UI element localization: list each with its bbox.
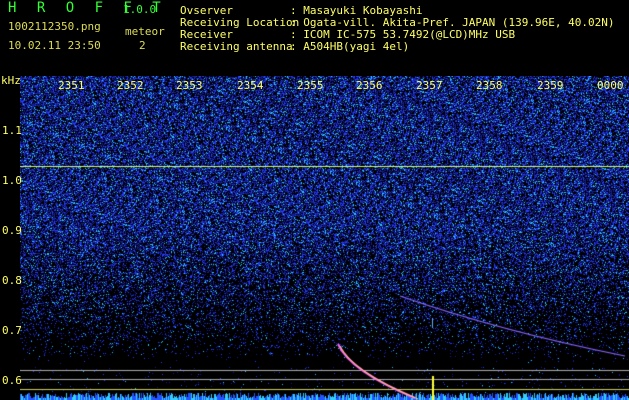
meteor-label: meteor xyxy=(125,25,165,38)
y-axis-unit: kHz xyxy=(1,74,21,87)
x-tick: 2355 xyxy=(297,79,324,92)
field-value-antenna: : A504HB(yagi 4el) xyxy=(290,40,410,53)
x-tick: 2353 xyxy=(176,79,203,92)
x-tick: 2351 xyxy=(58,79,85,92)
y-tick: 0.8 xyxy=(2,274,22,287)
app-version: 1.0.0 xyxy=(123,3,157,16)
x-tick: 0000 xyxy=(597,79,624,92)
y-tick: 1.0 xyxy=(2,174,22,187)
y-tick: 0.6 xyxy=(2,374,22,387)
x-tick: 2359 xyxy=(537,79,564,92)
x-tick: 2354 xyxy=(237,79,264,92)
filename: 1002112350.png xyxy=(8,20,101,33)
y-tick: 0.7 xyxy=(2,324,22,337)
x-tick: 2356 xyxy=(356,79,383,92)
datetime: 10.02.11 23:50 xyxy=(8,39,101,52)
x-tick: 2358 xyxy=(476,79,503,92)
spectrogram-canvas xyxy=(20,76,629,400)
y-tick: 0.9 xyxy=(2,224,22,237)
field-label-antenna: Receiving antenna xyxy=(180,40,293,53)
header-panel: H R O F F T 1.0.0 1002112350.png 10.02.1… xyxy=(0,0,629,76)
x-tick: 2357 xyxy=(416,79,443,92)
meteor-count: 2 xyxy=(139,39,146,52)
x-tick: 2352 xyxy=(117,79,144,92)
spectrogram-panel xyxy=(0,76,629,400)
y-tick: 1.1 xyxy=(2,124,22,137)
